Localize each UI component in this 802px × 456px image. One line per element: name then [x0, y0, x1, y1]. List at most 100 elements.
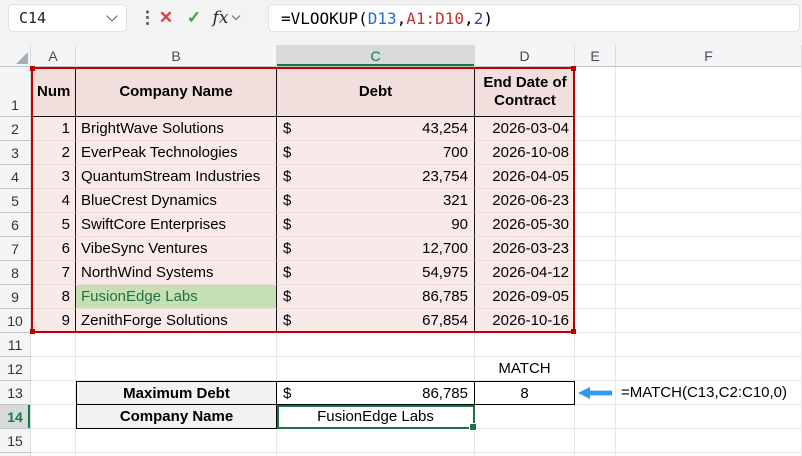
cell-D3[interactable]: 2026-10-08: [475, 141, 575, 165]
cell-D14[interactable]: [475, 405, 575, 429]
cell-E2[interactable]: [575, 117, 616, 141]
row-header-9[interactable]: 9: [0, 285, 31, 309]
col-header-C[interactable]: C: [277, 45, 475, 67]
cell-A9[interactable]: 8: [31, 285, 76, 309]
cell-C13[interactable]: $86,785: [277, 381, 475, 405]
insert-function-icon[interactable]: fx: [207, 4, 245, 32]
cell-C15[interactable]: [277, 429, 475, 453]
row-header-10[interactable]: 10: [0, 309, 31, 333]
name-box[interactable]: C14: [8, 4, 127, 32]
cell-E14[interactable]: [575, 405, 616, 429]
enter-icon[interactable]: ✓: [181, 4, 207, 32]
row-header-5[interactable]: 5: [0, 189, 31, 213]
row-header-13[interactable]: 13: [0, 381, 31, 405]
cell-E8[interactable]: [575, 261, 616, 285]
cell-F6[interactable]: [616, 213, 802, 237]
cell-B11[interactable]: [76, 333, 277, 357]
cell-A5[interactable]: 4: [31, 189, 76, 213]
row-header-12[interactable]: 12: [0, 357, 31, 381]
cell-E11[interactable]: [575, 333, 616, 357]
cell-D1[interactable]: End Date of Contract: [475, 67, 575, 117]
row-header-11[interactable]: 11: [0, 333, 31, 357]
cell-C6[interactable]: $90: [277, 213, 475, 237]
cell-F15[interactable]: [616, 429, 802, 453]
row-header-8[interactable]: 8: [0, 261, 31, 285]
cell-B4[interactable]: QuantumStream Industries: [76, 165, 277, 189]
cell-D7[interactable]: 2026-03-23: [475, 237, 575, 261]
cell-F3[interactable]: [616, 141, 802, 165]
row-header-6[interactable]: 6: [0, 213, 31, 237]
cell-E15[interactable]: [575, 429, 616, 453]
cell-B2[interactable]: BrightWave Solutions: [76, 117, 277, 141]
row-header-15[interactable]: 15: [0, 429, 31, 453]
match-arrow-icon[interactable]: [578, 386, 612, 399]
cell-B14[interactable]: Company Name: [76, 405, 277, 429]
cell-F7[interactable]: [616, 237, 802, 261]
cell-A10[interactable]: 9: [31, 309, 76, 333]
cell-F11[interactable]: [616, 333, 802, 357]
cell-E1[interactable]: [575, 67, 616, 117]
cancel-icon[interactable]: ✕: [153, 4, 179, 32]
cell-B9[interactable]: FusionEdge Labs: [76, 285, 277, 309]
cell-A1[interactable]: Num: [31, 67, 76, 117]
cell-B1[interactable]: Company Name: [76, 67, 277, 117]
cell-A6[interactable]: 5: [31, 213, 76, 237]
cell-C3[interactable]: $700: [277, 141, 475, 165]
cell-F4[interactable]: [616, 165, 802, 189]
cell-A12[interactable]: [31, 357, 76, 381]
row-header-4[interactable]: 4: [0, 165, 31, 189]
cell-A3[interactable]: 2: [31, 141, 76, 165]
cell-A15[interactable]: [31, 429, 76, 453]
cell-E7[interactable]: [575, 237, 616, 261]
col-header-F[interactable]: F: [616, 45, 802, 67]
row-header-2[interactable]: 2: [0, 117, 31, 141]
cell-D4[interactable]: 2026-04-05: [475, 165, 575, 189]
row-header-14[interactable]: 14: [0, 405, 31, 429]
cell-F8[interactable]: [616, 261, 802, 285]
col-header-A[interactable]: A: [31, 45, 76, 67]
chevron-down-icon[interactable]: [106, 10, 118, 22]
col-header-E[interactable]: E: [575, 45, 616, 67]
col-header-D[interactable]: D: [475, 45, 575, 67]
cell-E3[interactable]: [575, 141, 616, 165]
cell-F13[interactable]: =MATCH(C13,C2:C10,0): [616, 381, 802, 405]
formula-input[interactable]: =VLOOKUP(D13,A1:D10,2): [268, 4, 800, 32]
row-header-1[interactable]: 1: [0, 67, 31, 117]
cell-C14[interactable]: FusionEdge Labs: [277, 405, 475, 429]
cell-B8[interactable]: NorthWind Systems: [76, 261, 277, 285]
cell-C8[interactable]: $54,975: [277, 261, 475, 285]
cell-B5[interactable]: BlueCrest Dynamics: [76, 189, 277, 213]
cell-E12[interactable]: [575, 357, 616, 381]
row-header-7[interactable]: 7: [0, 237, 31, 261]
cell-D13[interactable]: 8: [475, 381, 575, 405]
row-header-3[interactable]: 3: [0, 141, 31, 165]
cell-E9[interactable]: [575, 285, 616, 309]
cell-C11[interactable]: [277, 333, 475, 357]
cell-F1[interactable]: [616, 67, 802, 117]
cell-C5[interactable]: $321: [277, 189, 475, 213]
cell-D8[interactable]: 2026-04-12: [475, 261, 575, 285]
cell-A11[interactable]: [31, 333, 76, 357]
cell-D9[interactable]: 2026-09-05: [475, 285, 575, 309]
cell-F14[interactable]: [616, 405, 802, 429]
cell-E5[interactable]: [575, 189, 616, 213]
cell-D10[interactable]: 2026-10-16: [475, 309, 575, 333]
cell-A2[interactable]: 1: [31, 117, 76, 141]
cell-C1[interactable]: Debt: [277, 67, 475, 117]
cell-B7[interactable]: VibeSync Ventures: [76, 237, 277, 261]
cell-E6[interactable]: [575, 213, 616, 237]
cell-E10[interactable]: [575, 309, 616, 333]
cell-B10[interactable]: ZenithForge Solutions: [76, 309, 277, 333]
cell-F10[interactable]: [616, 309, 802, 333]
cell-C7[interactable]: $12,700: [277, 237, 475, 261]
cell-D15[interactable]: [475, 429, 575, 453]
cell-C9[interactable]: $86,785: [277, 285, 475, 309]
cell-E4[interactable]: [575, 165, 616, 189]
cell-A13[interactable]: [31, 381, 76, 405]
cell-D2[interactable]: 2026-03-04: [475, 117, 575, 141]
cell-C2[interactable]: $43,254: [277, 117, 475, 141]
cell-A7[interactable]: 6: [31, 237, 76, 261]
cell-D6[interactable]: 2026-05-30: [475, 213, 575, 237]
cell-B3[interactable]: EverPeak Technologies: [76, 141, 277, 165]
cell-A4[interactable]: 3: [31, 165, 76, 189]
